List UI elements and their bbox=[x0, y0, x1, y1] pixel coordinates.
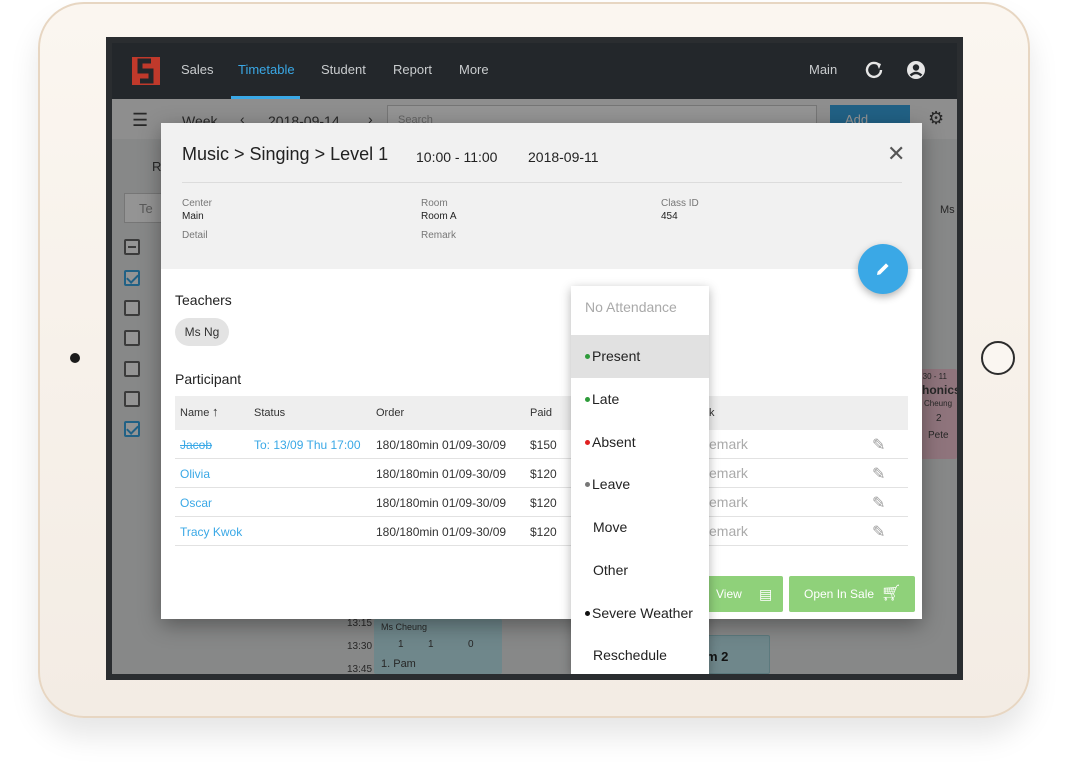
class-id-label: Class ID bbox=[661, 198, 699, 209]
column-order: Order bbox=[376, 407, 405, 419]
edit-class-button[interactable] bbox=[858, 244, 908, 294]
attendance-option-absent[interactable]: Absent bbox=[571, 421, 709, 464]
attendance-dropdown: No Attendance Present Late Absent Leave … bbox=[571, 286, 709, 674]
screen: Sales Timetable Student Report More Main… bbox=[106, 37, 963, 680]
nav-more[interactable]: More bbox=[459, 62, 489, 77]
attendance-option-move[interactable]: Move bbox=[571, 506, 709, 549]
table-row: Olivia 180/180min 01/09-30/09 $120 emark… bbox=[175, 459, 908, 488]
nav-report[interactable]: Report bbox=[393, 62, 432, 77]
class-time: 10:00 - 11:00 bbox=[416, 149, 498, 165]
center-selector[interactable]: Main bbox=[809, 62, 837, 77]
class-detail-modal: Music > Singing > Level 1 10:00 - 11:00 … bbox=[161, 123, 922, 619]
column-paid: Paid bbox=[530, 407, 553, 419]
status-dot bbox=[585, 353, 590, 359]
participant-title: Participant bbox=[175, 371, 242, 387]
remark-label: Remark bbox=[421, 230, 457, 241]
edit-pencil-icon[interactable]: ✎ bbox=[872, 464, 885, 484]
participant-table-header: Name ↑ Status Order Paid k bbox=[175, 396, 908, 430]
modal-header: Music > Singing > Level 1 10:00 - 11:00 … bbox=[161, 123, 922, 269]
pencil-icon bbox=[877, 263, 889, 275]
column-remark: k bbox=[709, 407, 715, 419]
close-icon[interactable]: ✕ bbox=[887, 143, 905, 165]
table-row: Oscar 180/180min 01/09-30/09 $120 emark … bbox=[175, 488, 908, 517]
refresh-icon[interactable] bbox=[864, 60, 884, 80]
table-row: Jacob To: 13/09 Thu 17:00 180/180min 01/… bbox=[175, 430, 908, 459]
detail-label: Detail bbox=[182, 230, 208, 241]
teachers-title: Teachers bbox=[175, 292, 232, 308]
participant-name[interactable]: Olivia bbox=[180, 467, 210, 481]
status-dot bbox=[585, 439, 590, 445]
participant-name[interactable]: Jacob bbox=[180, 438, 212, 452]
room-label: Room bbox=[421, 198, 448, 209]
participant-paid: $120 bbox=[530, 496, 557, 510]
nav-sales[interactable]: Sales bbox=[181, 62, 214, 77]
edit-pencil-icon[interactable]: ✎ bbox=[872, 435, 885, 455]
open-in-sale-button[interactable]: Open In Sale 🛒︎ bbox=[789, 576, 915, 612]
class-date: 2018-09-11 bbox=[528, 149, 599, 165]
attendance-option-no-attendance: No Attendance bbox=[585, 299, 677, 315]
participant-name[interactable]: Tracy Kwok bbox=[180, 525, 242, 539]
edit-pencil-icon[interactable]: ✎ bbox=[872, 522, 885, 542]
status-dot bbox=[585, 481, 590, 487]
account-icon[interactable] bbox=[906, 60, 926, 80]
status-dot bbox=[585, 396, 590, 402]
participant-order: 180/180min 01/09-30/09 bbox=[376, 496, 507, 510]
class-id-value: 454 bbox=[661, 211, 678, 222]
attendance-option-severe-weather[interactable]: Severe Weather bbox=[571, 592, 709, 635]
center-value: Main bbox=[182, 211, 204, 222]
table-row: Tracy Kwok 180/180min 01/09-30/09 $120 e… bbox=[175, 517, 908, 546]
participant-paid: $120 bbox=[530, 467, 557, 481]
attendance-option-other[interactable]: Other bbox=[571, 549, 709, 592]
tablet-home-button bbox=[981, 341, 1015, 375]
logo-icon bbox=[132, 57, 160, 85]
participant-paid: $150 bbox=[530, 438, 557, 452]
nav-timetable[interactable]: Timetable bbox=[238, 62, 295, 77]
participant-order: 180/180min 01/09-30/09 bbox=[376, 438, 507, 452]
sort-arrow-up-icon[interactable]: ↑ bbox=[212, 404, 219, 419]
attendance-option-late[interactable]: Late bbox=[571, 378, 709, 421]
attendance-option-leave[interactable]: Leave bbox=[571, 463, 709, 506]
view-button[interactable]: View ▤ bbox=[701, 576, 783, 612]
column-status: Status bbox=[254, 407, 286, 419]
remark-input[interactable]: emark bbox=[709, 494, 748, 510]
room-value: Room A bbox=[421, 211, 457, 222]
center-label: Center bbox=[182, 198, 213, 209]
participant-order: 180/180min 01/09-30/09 bbox=[376, 525, 507, 539]
remark-input[interactable]: emark bbox=[709, 465, 748, 481]
add-cart-icon: 🛒︎ bbox=[881, 585, 902, 602]
attendance-option-present[interactable]: Present bbox=[571, 335, 709, 378]
participant-paid: $120 bbox=[530, 525, 557, 539]
teacher-chip[interactable]: Ms Ng bbox=[175, 318, 229, 346]
participant-order: 180/180min 01/09-30/09 bbox=[376, 467, 507, 481]
participant-status[interactable]: To: 13/09 Thu 17:00 bbox=[254, 438, 361, 452]
top-nav: Sales Timetable Student Report More Main bbox=[112, 43, 957, 99]
divider bbox=[182, 182, 902, 183]
tablet-camera bbox=[70, 353, 80, 363]
app: Sales Timetable Student Report More Main… bbox=[112, 43, 957, 674]
attendance-option-reschedule[interactable]: Reschedule bbox=[571, 634, 709, 674]
status-dot bbox=[585, 610, 590, 616]
nav-student[interactable]: Student bbox=[321, 62, 366, 77]
remark-input[interactable]: emark bbox=[709, 523, 748, 539]
remark-input[interactable]: emark bbox=[709, 436, 748, 452]
modal-title: Music > Singing > Level 1 bbox=[182, 144, 389, 164]
table-icon: ▤ bbox=[759, 586, 773, 602]
edit-pencil-icon[interactable]: ✎ bbox=[872, 493, 885, 513]
column-name[interactable]: Name bbox=[180, 407, 209, 419]
participant-name[interactable]: Oscar bbox=[180, 496, 212, 510]
